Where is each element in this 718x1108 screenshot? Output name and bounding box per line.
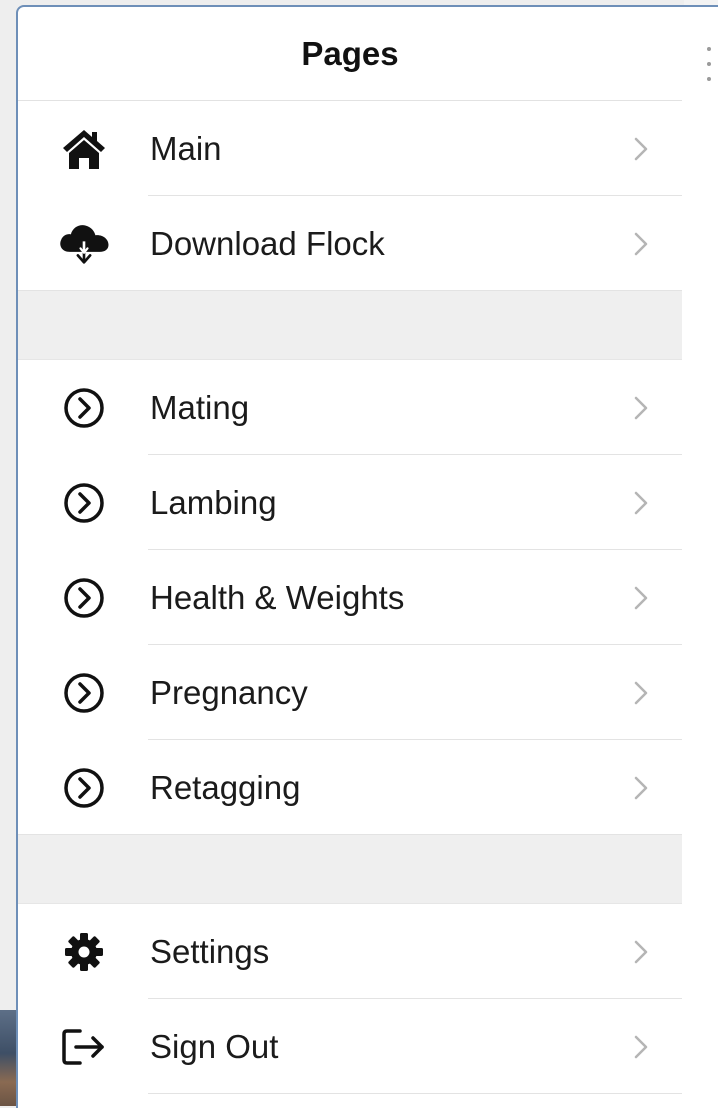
- row-separator: [18, 834, 682, 835]
- menu-item-label: Settings: [150, 932, 270, 970]
- section-gap: [18, 291, 682, 360]
- chevron-right-icon: [626, 393, 656, 423]
- chevron-right-icon: [626, 488, 656, 518]
- menu-item-label: Lambing: [150, 483, 277, 521]
- menu-item-mating[interactable]: Mating: [18, 360, 682, 455]
- chevron-right-icon: [626, 134, 656, 164]
- home-icon: [56, 121, 112, 177]
- menu-group-records: Mating Lambing Health & Weights Pregnanc…: [18, 360, 682, 835]
- chevron-circle-icon: [56, 380, 112, 436]
- menu-item-sign-out[interactable]: Sign Out: [18, 999, 682, 1094]
- pages-menu-panel: Pages Main Download Flock Mating Lambing…: [16, 5, 718, 1108]
- row-separator: [148, 1093, 682, 1094]
- chevron-circle-icon: [56, 665, 112, 721]
- chevron-right-icon: [626, 1032, 656, 1062]
- menu-item-label: Pregnancy: [150, 673, 308, 711]
- menu-item-label: Retagging: [150, 768, 301, 806]
- menu-item-pregnancy[interactable]: Pregnancy: [18, 645, 682, 740]
- menu-item-health-weights[interactable]: Health & Weights: [18, 550, 682, 645]
- menu-item-label: Health & Weights: [150, 578, 405, 616]
- chevron-circle-icon: [56, 570, 112, 626]
- menu-header: Pages: [18, 7, 682, 101]
- menu-group-account: Settings Sign Out: [18, 904, 682, 1094]
- menu-group-primary: Main Download Flock: [18, 101, 682, 291]
- menu-item-main[interactable]: Main: [18, 101, 682, 196]
- menu-item-label: Sign Out: [150, 1027, 279, 1065]
- section-gap: [18, 835, 682, 904]
- chevron-right-icon: [626, 937, 656, 967]
- chevron-circle-icon: [56, 760, 112, 816]
- page-title: Pages: [301, 34, 399, 72]
- menu-item-label: Download Flock: [150, 224, 385, 262]
- chevron-right-icon: [626, 773, 656, 803]
- menu-item-settings[interactable]: Settings: [18, 904, 682, 999]
- chevron-right-icon: [626, 583, 656, 613]
- menu-item-lambing[interactable]: Lambing: [18, 455, 682, 550]
- menu-item-retagging[interactable]: Retagging: [18, 740, 682, 835]
- menu-item-download-flock[interactable]: Download Flock: [18, 196, 682, 291]
- gear-icon: [56, 924, 112, 980]
- sign-out-icon: [56, 1019, 112, 1075]
- row-separator: [18, 290, 682, 291]
- chevron-circle-icon: [56, 475, 112, 531]
- chevron-right-icon: [626, 678, 656, 708]
- chevron-right-icon: [626, 229, 656, 259]
- more-options-icon[interactable]: [706, 47, 712, 81]
- menu-item-label: Mating: [150, 388, 250, 426]
- cloud-download-icon: [56, 216, 112, 272]
- menu-item-label: Main: [150, 129, 222, 167]
